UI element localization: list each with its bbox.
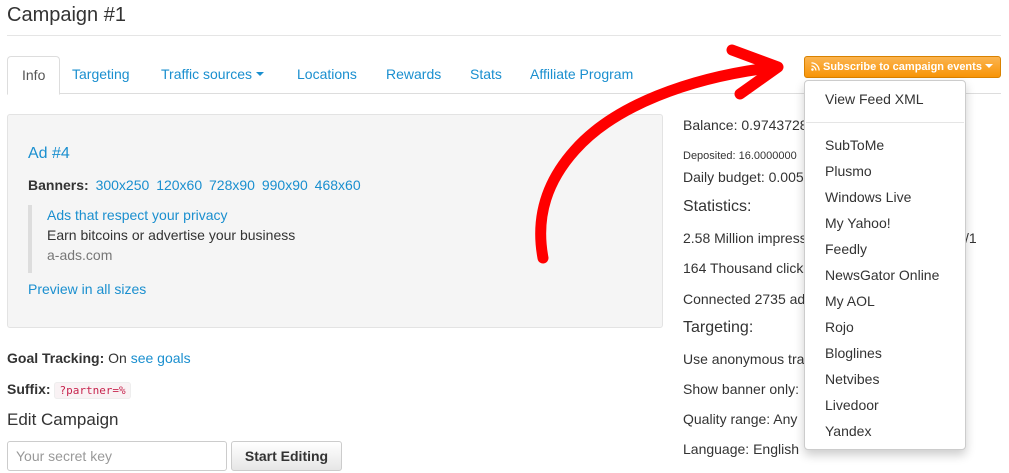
deposited-text: Deposited: 16.0000000 (683, 150, 797, 162)
title-divider (7, 35, 1001, 36)
menu-item-reader[interactable]: Bloglines (825, 345, 882, 361)
preview-all-sizes-link[interactable]: Preview in all sizes (28, 281, 146, 297)
ad-text-preview: Ads that respect your privacy Earn bitco… (28, 205, 295, 273)
start-editing-button[interactable]: Start Editing (231, 441, 342, 471)
goal-tracking-label: Goal Tracking: (7, 350, 105, 366)
balance-text: Balance: 0.9743728 (683, 117, 808, 133)
goal-tracking-value: On (108, 350, 127, 366)
subscribe-button[interactable]: Subscribe to campaign events (804, 56, 1001, 78)
ad-headline-link[interactable]: Ads that respect your privacy (47, 207, 228, 223)
edit-campaign-heading: Edit Campaign (7, 410, 119, 429)
menu-item-reader[interactable]: Yandex (825, 423, 871, 439)
impressions-tail-text: /1 (965, 230, 977, 246)
banner-size-link[interactable]: 300x250 (96, 177, 150, 193)
tab-label: Affiliate Program (530, 66, 634, 82)
secret-key-input[interactable] (7, 441, 227, 471)
ad-source: a-ads.com (47, 247, 113, 263)
suffix-value: ?partner=% (54, 382, 131, 399)
suffix-label: Suffix: (7, 381, 51, 397)
goal-tracking-row: Goal Tracking: On see goals (7, 350, 191, 366)
chevron-down-icon (984, 64, 993, 69)
tab-label: Stats (470, 66, 502, 82)
page-title: Campaign #1 (7, 4, 126, 26)
subscribe-dropdown-menu: View Feed XML SubToMe Plusmo Windows Liv… (804, 80, 966, 450)
chevron-down-icon (256, 72, 265, 77)
ad-preview-panel: Ad #4 Banners: 300x250 120x60 728x90 990… (7, 114, 663, 328)
banner-size-link[interactable]: 120x60 (156, 177, 202, 193)
tab-rewards[interactable]: Rewards (372, 56, 455, 94)
see-goals-link[interactable]: see goals (131, 350, 191, 366)
tab-label: Locations (297, 66, 357, 82)
banner-size-link[interactable]: 728x90 (209, 177, 255, 193)
tab-affiliate-program[interactable]: Affiliate Program (516, 56, 647, 94)
ad-description: Earn bitcoins or advertise your business (47, 227, 296, 243)
tab-label: Rewards (386, 66, 442, 82)
menu-item-reader[interactable]: Windows Live (825, 189, 911, 205)
menu-item-reader[interactable]: Rojo (825, 319, 854, 335)
suffix-row: Suffix: ?partner=% (7, 381, 131, 399)
clicks-text: 164 Thousand click (683, 260, 804, 276)
show-banner-text: Show banner only: (683, 381, 799, 397)
banner-size-link[interactable]: 468x60 (315, 177, 361, 193)
menu-divider (806, 122, 964, 123)
tab-label: Targeting (72, 66, 130, 82)
rss-icon (811, 61, 820, 71)
tab-locations[interactable]: Locations (283, 56, 371, 94)
tab-label: Traffic sources (161, 66, 253, 82)
menu-item-view-feed-xml[interactable]: View Feed XML (825, 91, 924, 107)
impressions-text: 2.58 Million impress (683, 230, 807, 246)
tab-label: Info (22, 67, 46, 83)
menu-item-reader[interactable]: Plusmo (825, 163, 872, 179)
banner-size-link[interactable]: 990x90 (262, 177, 308, 193)
banners-label: Banners: (28, 177, 89, 193)
ad-title-link[interactable]: Ad #4 (28, 145, 70, 163)
subscribe-button-label: Subscribe to campaign events (823, 61, 982, 73)
daily-budget-text: Daily budget: 0.005 (683, 169, 804, 185)
anonymous-traffic-text: Use anonymous tra (683, 351, 805, 367)
menu-item-reader[interactable]: My AOL (825, 293, 875, 309)
menu-item-reader[interactable]: NewsGator Online (825, 267, 939, 283)
menu-item-reader[interactable]: Netvibes (825, 371, 879, 387)
menu-item-reader[interactable]: My Yahoo! (825, 215, 891, 231)
tab-targeting[interactable]: Targeting (58, 56, 144, 94)
banners-row: Banners: 300x250 120x60 728x90 990x90 46… (28, 177, 361, 193)
language-text: Language: English (683, 441, 799, 457)
menu-item-reader[interactable]: SubToMe (825, 137, 884, 153)
targeting-heading: Targeting: (683, 319, 754, 336)
tab-traffic-sources[interactable]: Traffic sources (147, 56, 278, 94)
menu-item-reader[interactable]: Feedly (825, 241, 867, 257)
tab-info[interactable]: Info (7, 56, 61, 95)
statistics-heading: Statistics: (683, 198, 752, 215)
connected-text: Connected 2735 ad (683, 291, 806, 307)
menu-item-reader[interactable]: Livedoor (825, 397, 879, 413)
quality-range-text: Quality range: Any (683, 411, 798, 427)
tab-stats[interactable]: Stats (456, 56, 516, 94)
